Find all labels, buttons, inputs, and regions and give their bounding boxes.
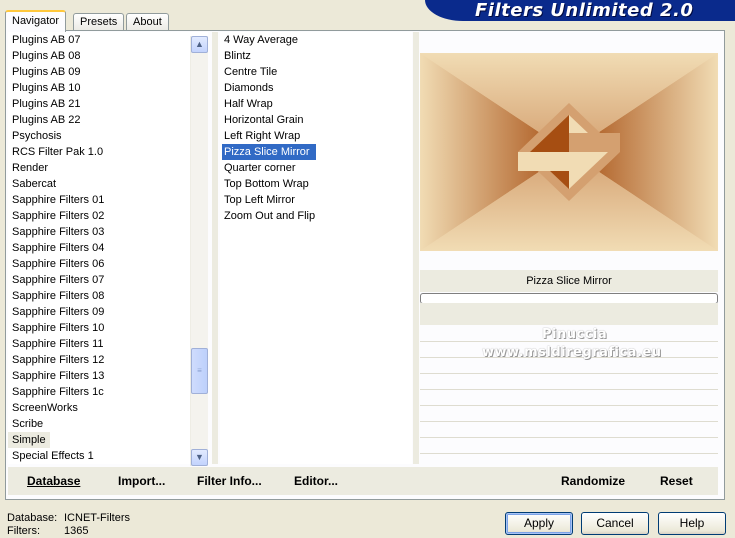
filter-item[interactable]: Horizontal Grain — [220, 112, 412, 128]
filter-item[interactable]: Quarter corner — [220, 160, 412, 176]
category-item[interactable]: Plugins AB 22 — [8, 112, 208, 128]
category-item[interactable]: Sapphire Filters 11 — [8, 336, 208, 352]
help-button[interactable]: Help — [658, 512, 726, 535]
category-item[interactable]: Sapphire Filters 03 — [8, 224, 208, 240]
cancel-button[interactable]: Cancel — [581, 512, 649, 535]
category-item[interactable]: Psychosis — [8, 128, 208, 144]
filter-preview-image — [420, 53, 718, 251]
filter-item[interactable]: 4 Way Average — [220, 32, 412, 48]
filters-count: 1365 — [64, 525, 89, 537]
category-item[interactable]: Plugins AB 10 — [8, 80, 208, 96]
watermark-name: Pinuccia — [542, 327, 608, 342]
parameter-row — [420, 374, 718, 390]
filter-info-button[interactable]: Filter Info... — [197, 474, 262, 488]
category-item[interactable]: Sapphire Filters 02 — [8, 208, 208, 224]
filter-list[interactable]: 4 Way Average Blintz Centre Tile Diamonds Ha… — [220, 32, 412, 464]
parameter-row — [420, 358, 718, 374]
randomize-button[interactable]: Randomize — [561, 474, 625, 488]
filter-item[interactable]: Zoom Out and Flip — [220, 208, 412, 224]
category-item[interactable]: Sapphire Filters 12 — [8, 352, 208, 368]
category-item[interactable]: Sapphire Filters 1c — [8, 384, 208, 400]
category-item[interactable]: Sabercat — [8, 176, 208, 192]
scroll-up-icon[interactable]: ▲ — [191, 36, 208, 53]
filter-item-selected[interactable]: Pizza Slice Mirror — [222, 144, 316, 160]
tab-navigator[interactable]: Navigator — [5, 10, 67, 32]
category-item[interactable]: Sapphire Filters 01 — [8, 192, 208, 208]
category-scrollbar[interactable]: ▲ ≡ ▼ — [190, 36, 208, 466]
category-item[interactable]: ScreenWorks — [8, 400, 208, 416]
category-item[interactable]: Plugins AB 09 — [8, 64, 208, 80]
category-item[interactable]: Special Effects 1 — [8, 448, 208, 464]
category-item[interactable]: Plugins AB 21 — [8, 96, 208, 112]
category-item[interactable]: Plugins AB 08 — [8, 48, 208, 64]
editor-button[interactable]: Editor... — [294, 474, 338, 488]
category-item[interactable]: RCS Filter Pak 1.0 — [8, 144, 208, 160]
filter-item[interactable]: Diamonds — [220, 80, 412, 96]
category-item[interactable]: Sapphire Filters 06 — [8, 256, 208, 272]
filter-item[interactable]: Half Wrap — [220, 96, 412, 112]
category-item[interactable]: Sapphire Filters 10 — [8, 320, 208, 336]
filters-label: Filters: — [7, 525, 40, 537]
parameter-row — [420, 390, 718, 406]
scroll-down-icon[interactable]: ▼ — [191, 449, 208, 466]
filter-item[interactable]: Left Right Wrap — [220, 128, 412, 144]
import-button[interactable]: Import... — [118, 474, 165, 488]
preview-slice — [518, 152, 569, 171]
parameter-row — [420, 422, 718, 438]
status-info: Database: ICNET-Filters Filters: 1365 — [7, 512, 130, 538]
list-divider — [413, 32, 419, 464]
database-label: Database: — [7, 512, 58, 524]
parameter-header — [420, 303, 718, 325]
filter-item[interactable]: Blintz — [220, 48, 412, 64]
preview-slice — [569, 133, 620, 152]
parameter-row — [420, 406, 718, 422]
filter-item[interactable]: Top Bottom Wrap — [220, 176, 412, 192]
reset-button[interactable]: Reset — [660, 474, 693, 488]
scroll-thumb[interactable]: ≡ — [191, 348, 208, 394]
parameter-row — [420, 438, 718, 454]
watermark-url: www.msldiregrafica.eu — [482, 345, 662, 360]
filter-name-label: Pizza Slice Mirror — [420, 270, 718, 292]
database-button[interactable]: Database — [27, 474, 80, 488]
category-item[interactable]: Sapphire Filters 08 — [8, 288, 208, 304]
filter-item[interactable]: Centre Tile — [220, 64, 412, 80]
category-item[interactable]: Sapphire Filters 07 — [8, 272, 208, 288]
category-item[interactable]: Scribe — [8, 416, 208, 432]
filter-item[interactable]: Top Left Mirror — [220, 192, 412, 208]
category-item[interactable]: Sapphire Filters 04 — [8, 240, 208, 256]
list-divider — [212, 32, 218, 464]
tab-presets[interactable]: Presets — [73, 13, 125, 30]
category-item[interactable]: Sapphire Filters 13 — [8, 368, 208, 384]
category-item[interactable]: Sapphire Filters 09 — [8, 304, 208, 320]
category-item[interactable]: Simple — [8, 432, 50, 448]
apply-button[interactable]: Apply — [505, 512, 573, 535]
app-title: Filters Unlimited 2.0 — [475, 0, 694, 21]
category-list[interactable]: Plugins AB 07 Plugins AB 08 Plugins AB 09 P… — [8, 32, 208, 464]
tab-about[interactable]: About — [126, 13, 169, 30]
category-item[interactable]: Render — [8, 160, 208, 176]
database-value: ICNET-Filters — [64, 512, 130, 524]
category-item[interactable]: Plugins AB 07 — [8, 32, 208, 48]
